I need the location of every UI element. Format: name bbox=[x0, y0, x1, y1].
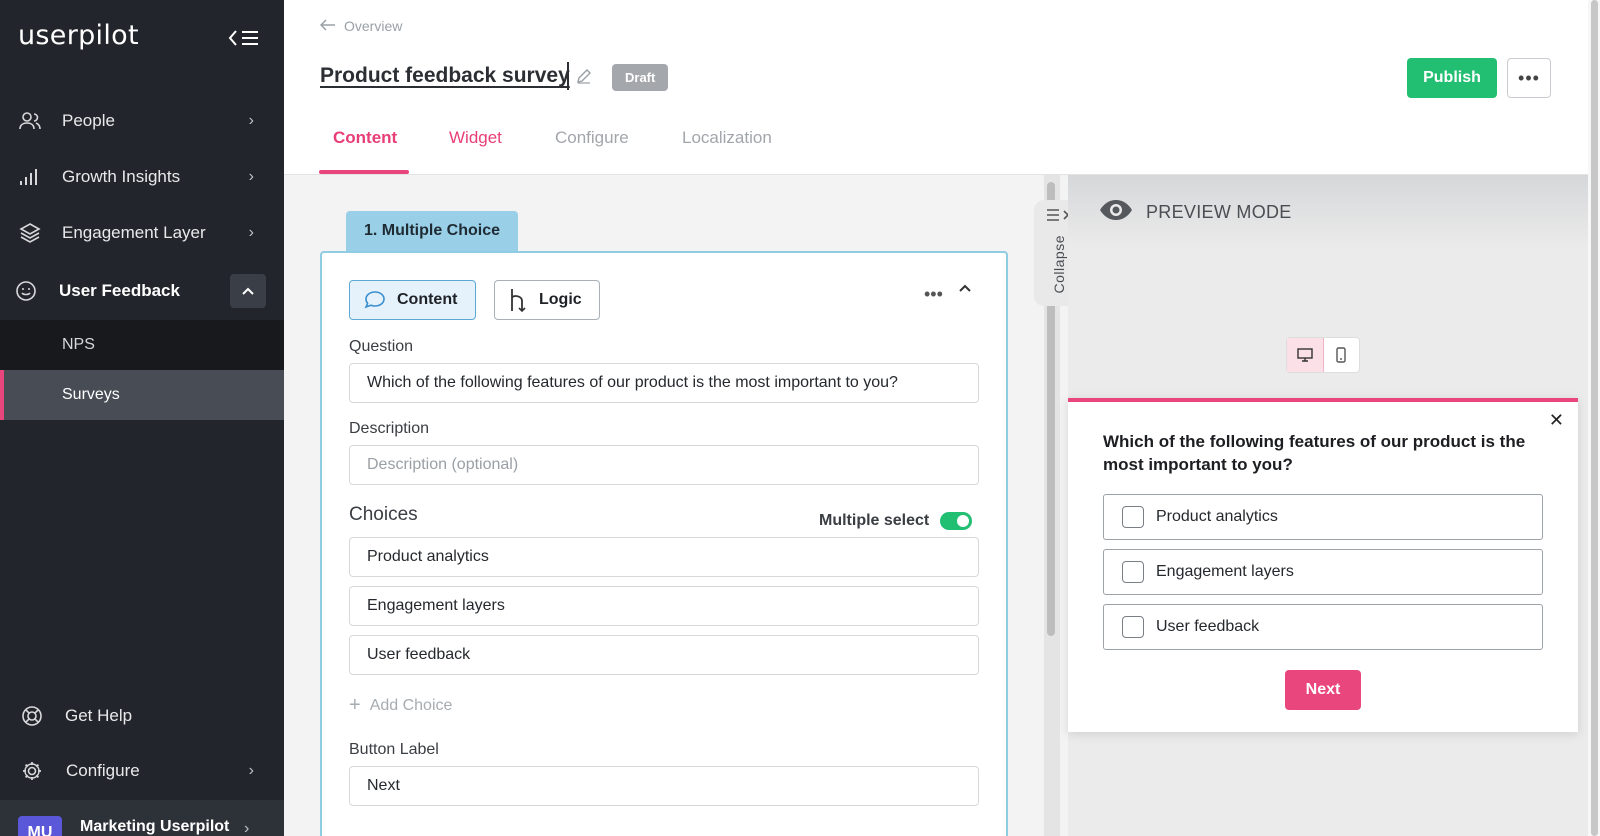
tab-widget[interactable]: Widget bbox=[449, 128, 502, 148]
sidebar-item-label: Configure bbox=[66, 761, 140, 780]
close-icon[interactable]: ✕ bbox=[1549, 410, 1564, 431]
checkbox[interactable] bbox=[1122, 561, 1144, 583]
add-choice-button[interactable]: + Add Choice bbox=[349, 694, 452, 717]
sidebar-item-configure[interactable]: Configure › bbox=[0, 745, 284, 797]
choices-label: Choices bbox=[349, 504, 418, 525]
description-label: Description bbox=[349, 420, 430, 437]
next-button[interactable]: Next bbox=[1285, 670, 1361, 710]
segment-label: Content bbox=[397, 291, 458, 308]
sidebar-item-growth-insights[interactable]: Growth Insights › bbox=[0, 151, 284, 203]
chevron-up-icon[interactable] bbox=[958, 280, 972, 298]
chevron-right-icon: › bbox=[248, 762, 254, 779]
question-input[interactable]: Which of the following features of our p… bbox=[349, 363, 979, 403]
bar-chart-icon bbox=[18, 165, 42, 189]
chevron-right-icon: › bbox=[248, 224, 254, 241]
gear-icon bbox=[20, 759, 44, 783]
page-scrollbar[interactable] bbox=[1588, 0, 1600, 836]
collapse-sidebar-icon[interactable] bbox=[228, 24, 262, 52]
more-options-icon[interactable]: ••• bbox=[1507, 58, 1551, 98]
active-tab-indicator bbox=[319, 170, 409, 174]
button-label-input[interactable]: Next bbox=[349, 766, 979, 806]
text-caret bbox=[567, 62, 569, 90]
survey-preview-widget: ✕ Which of the following features of our… bbox=[1068, 398, 1578, 732]
checkbox[interactable] bbox=[1122, 616, 1144, 638]
collapse-label: Collapse bbox=[1051, 235, 1067, 294]
sidebar-item-user-feedback[interactable]: User Feedback bbox=[0, 265, 284, 317]
avatar: MU bbox=[18, 816, 62, 836]
choice-input-1[interactable]: Product analytics bbox=[349, 537, 979, 577]
arrow-left-icon bbox=[319, 18, 336, 34]
button-label-label: Button Label bbox=[349, 741, 439, 758]
page-title[interactable]: Product feedback survey bbox=[320, 64, 570, 88]
question-label: Question bbox=[349, 338, 414, 355]
chevron-right-icon: › bbox=[244, 820, 250, 836]
help-icon bbox=[20, 704, 44, 728]
sidebar-item-label: User Feedback bbox=[59, 281, 180, 300]
device-toggle bbox=[1286, 337, 1360, 373]
branch-icon bbox=[509, 288, 527, 312]
page-header: Overview Product feedback survey Draft P… bbox=[284, 0, 1588, 175]
preview-mode-banner: PREVIEW MODE bbox=[1068, 175, 1588, 249]
sidebar-subitem-label: NPS bbox=[62, 336, 95, 353]
sidebar: userpilot People › Growth Insights › Eng… bbox=[0, 0, 284, 836]
sidebar-subitem-surveys[interactable]: Surveys bbox=[0, 370, 284, 420]
sidebar-subitem-nps[interactable]: NPS bbox=[0, 320, 284, 370]
sidebar-item-get-help[interactable]: Get Help bbox=[0, 690, 284, 742]
option-label: Engagement layers bbox=[1156, 563, 1294, 580]
breadcrumb[interactable]: Overview bbox=[319, 18, 402, 34]
survey-option[interactable]: Engagement layers bbox=[1103, 549, 1543, 595]
sidebar-item-label: Growth Insights bbox=[62, 167, 181, 186]
logic-segment-button[interactable]: Logic bbox=[494, 280, 600, 320]
step-tab[interactable]: 1. Multiple Choice bbox=[346, 211, 519, 251]
card-more-icon[interactable]: ••• bbox=[924, 284, 943, 305]
multiple-select-label: Multiple select bbox=[819, 512, 930, 529]
option-label: User feedback bbox=[1156, 618, 1260, 635]
tab-content[interactable]: Content bbox=[333, 128, 397, 148]
user-feedback-submenu: NPS Surveys bbox=[0, 320, 284, 420]
choice-input-3[interactable]: User feedback bbox=[349, 635, 979, 675]
sidebar-subitem-label: Surveys bbox=[62, 386, 120, 403]
option-label: Product analytics bbox=[1156, 508, 1278, 525]
chevron-up-icon[interactable] bbox=[230, 274, 266, 308]
sidebar-item-engagement-layer[interactable]: Engagement Layer › bbox=[0, 207, 284, 259]
add-choice-label: Add Choice bbox=[369, 696, 453, 714]
page-scroll-thumb[interactable] bbox=[1591, 0, 1598, 836]
tab-localization[interactable]: Localization bbox=[682, 128, 772, 148]
account-switcher[interactable]: MU Marketing Userpilot › bbox=[0, 800, 284, 836]
publish-button[interactable]: Publish bbox=[1407, 58, 1497, 98]
survey-question: Which of the following features of our p… bbox=[1103, 432, 1526, 474]
sidebar-item-label: Engagement Layer bbox=[62, 223, 206, 242]
checkbox[interactable] bbox=[1122, 506, 1144, 528]
content-segment-button[interactable]: Content bbox=[349, 280, 476, 320]
multiple-select-toggle[interactable] bbox=[940, 512, 972, 530]
segment-label: Logic bbox=[539, 291, 582, 308]
survey-option[interactable]: Product analytics bbox=[1103, 494, 1543, 540]
plus-icon: + bbox=[349, 694, 361, 716]
account-name: Marketing Userpilot bbox=[80, 818, 230, 835]
layers-icon bbox=[18, 221, 42, 245]
sidebar-item-label: People bbox=[62, 111, 115, 130]
pencil-icon[interactable] bbox=[576, 68, 592, 89]
sidebar-item-people[interactable]: People › bbox=[0, 95, 284, 147]
chevron-right-icon: › bbox=[248, 112, 254, 129]
status-badge: Draft bbox=[612, 64, 669, 91]
tab-configure[interactable]: Configure bbox=[555, 128, 629, 148]
survey-option[interactable]: User feedback bbox=[1103, 604, 1543, 650]
eye-icon bbox=[1098, 198, 1134, 227]
desktop-icon[interactable] bbox=[1287, 338, 1324, 372]
chat-bubble-icon bbox=[364, 290, 386, 310]
description-input[interactable]: Description (optional) bbox=[349, 445, 979, 485]
sidebar-item-label: Get Help bbox=[65, 706, 133, 725]
chevron-right-icon: › bbox=[248, 168, 254, 185]
smile-icon bbox=[14, 279, 38, 303]
choice-input-2[interactable]: Engagement layers bbox=[349, 586, 979, 626]
breadcrumb-overview[interactable]: Overview bbox=[344, 18, 402, 34]
preview-mode-label: PREVIEW MODE bbox=[1146, 201, 1292, 222]
userpilot-logo[interactable]: userpilot bbox=[18, 20, 139, 51]
mobile-icon[interactable] bbox=[1324, 338, 1360, 372]
people-icon bbox=[18, 109, 42, 133]
